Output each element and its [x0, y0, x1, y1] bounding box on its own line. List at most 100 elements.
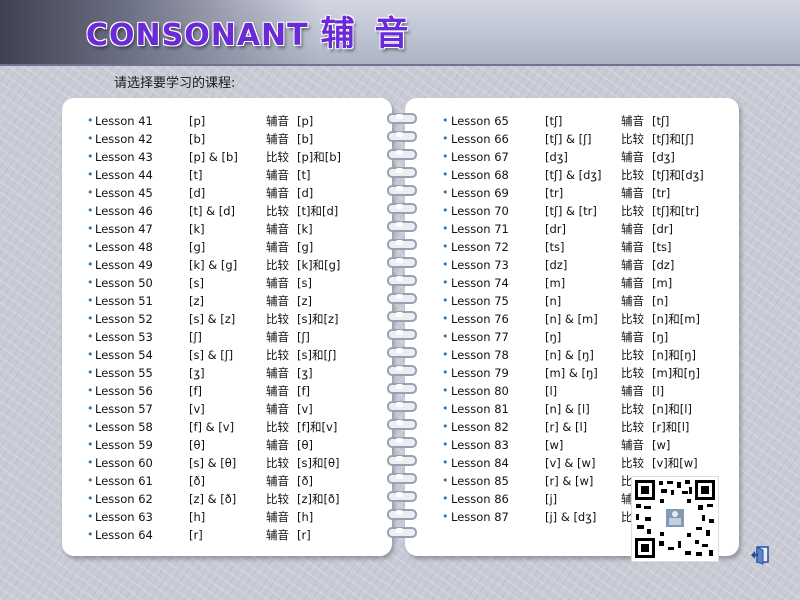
- binding-ring: [386, 490, 417, 502]
- bullet-icon: •: [442, 294, 449, 307]
- bullet-icon: •: [442, 222, 449, 235]
- exit-button[interactable]: [750, 545, 772, 565]
- lesson-item[interactable]: • Lesson 49 [k] & [g] 比较 [k]和[g]: [62, 256, 392, 274]
- bullet-icon: •: [87, 510, 94, 523]
- lesson-symbol: [v]: [189, 402, 205, 416]
- binding-ring: [386, 148, 417, 160]
- lesson-item[interactable]: • Lesson 76 [n] & [m] 比较 [n]和[m]: [405, 310, 739, 328]
- lesson-item[interactable]: • Lesson 54 [s] & [ʃ] 比较 [s]和[ʃ]: [62, 346, 392, 364]
- lesson-item[interactable]: • Lesson 64 [r] 辅音 [r]: [62, 526, 392, 544]
- page-title: CONSONANT 辅 音: [86, 12, 412, 56]
- lesson-item[interactable]: • Lesson 80 [l] 辅音 [l]: [405, 382, 739, 400]
- lesson-type: 辅音: [266, 474, 289, 488]
- lesson-item[interactable]: • Lesson 58 [f] & [v] 比较 [f]和[v]: [62, 418, 392, 436]
- lesson-name: Lesson 56: [95, 384, 153, 398]
- lesson-type: 比较: [266, 420, 289, 434]
- lesson-item[interactable]: • Lesson 83 [w] 辅音 [w]: [405, 436, 739, 454]
- lesson-type: 辅音: [621, 186, 644, 200]
- lesson-item[interactable]: • Lesson 47 [k] 辅音 [k]: [62, 220, 392, 238]
- lesson-type: 比较: [621, 168, 644, 182]
- lesson-item[interactable]: • Lesson 57 [v] 辅音 [v]: [62, 400, 392, 418]
- lesson-item[interactable]: • Lesson 79 [m] & [ŋ] 比较 [m]和[ŋ]: [405, 364, 739, 382]
- lesson-item[interactable]: • Lesson 62 [z] & [ð] 比较 [z]和[ð]: [62, 490, 392, 508]
- lesson-item[interactable]: • Lesson 81 [n] & [l] 比较 [n]和[l]: [405, 400, 739, 418]
- exit-door-icon: [751, 546, 769, 565]
- lesson-description: [n]和[m]: [652, 312, 700, 326]
- lesson-name: Lesson 76: [451, 312, 509, 326]
- lesson-item[interactable]: • Lesson 43 [p] & [b] 比较 [p]和[b]: [62, 148, 392, 166]
- lesson-name: Lesson 41: [95, 114, 153, 128]
- lesson-item[interactable]: • Lesson 71 [dr] 辅音 [dr]: [405, 220, 739, 238]
- lesson-symbol: [p] & [b]: [189, 150, 238, 164]
- lesson-item[interactable]: • Lesson 72 [ts] 辅音 [ts]: [405, 238, 739, 256]
- lesson-item[interactable]: • Lesson 55 [ʒ] 辅音 [ʒ]: [62, 364, 392, 382]
- lesson-item[interactable]: • Lesson 60 [s] & [θ] 比较 [s]和[θ]: [62, 454, 392, 472]
- lesson-name: Lesson 51: [95, 294, 153, 308]
- lesson-item[interactable]: • Lesson 53 [ʃ] 辅音 [ʃ]: [62, 328, 392, 346]
- bullet-icon: •: [442, 420, 449, 433]
- lesson-description: [dʒ]: [652, 150, 675, 164]
- lesson-symbol: [ŋ]: [545, 330, 562, 344]
- lesson-item[interactable]: • Lesson 51 [z] 辅音 [z]: [62, 292, 392, 310]
- lesson-name: Lesson 55: [95, 366, 153, 380]
- lesson-type: 比较: [266, 204, 289, 218]
- lesson-name: Lesson 53: [95, 330, 153, 344]
- lesson-item[interactable]: • Lesson 48 [g] 辅音 [g]: [62, 238, 392, 256]
- lesson-item[interactable]: • Lesson 59 [θ] 辅音 [θ]: [62, 436, 392, 454]
- bullet-icon: •: [87, 528, 94, 541]
- lesson-item[interactable]: • Lesson 78 [n] & [ŋ] 比较 [n]和[ŋ]: [405, 346, 739, 364]
- lesson-item[interactable]: • Lesson 56 [f] 辅音 [f]: [62, 382, 392, 400]
- bullet-icon: •: [87, 420, 94, 433]
- binding-ring: [386, 364, 417, 376]
- lesson-description: [t]: [297, 168, 311, 182]
- bullet-icon: •: [87, 474, 94, 487]
- lesson-item[interactable]: • Lesson 61 [ð] 辅音 [ð]: [62, 472, 392, 490]
- bullet-icon: •: [87, 258, 94, 271]
- lesson-symbol: [s] & [z]: [189, 312, 236, 326]
- lesson-type: 比较: [621, 456, 644, 470]
- lesson-item[interactable]: • Lesson 63 [h] 辅音 [h]: [62, 508, 392, 526]
- lesson-item[interactable]: • Lesson 66 [tʃ] & [ʃ] 比较 [tʃ]和[ʃ]: [405, 130, 739, 148]
- lesson-item[interactable]: • Lesson 82 [r] & [l] 比较 [r]和[l]: [405, 418, 739, 436]
- lesson-item[interactable]: • Lesson 68 [tʃ] & [dʒ] 比较 [tʃ]和[dʒ]: [405, 166, 739, 184]
- lesson-item[interactable]: • Lesson 70 [tʃ] & [tr] 比较 [tʃ]和[tr]: [405, 202, 739, 220]
- lesson-type: 辅音: [266, 402, 289, 416]
- lesson-symbol: [n] & [ŋ]: [545, 348, 594, 362]
- lesson-type: 辅音: [266, 330, 289, 344]
- binding-ring: [386, 202, 417, 214]
- lesson-item[interactable]: • Lesson 67 [dʒ] 辅音 [dʒ]: [405, 148, 739, 166]
- lesson-item[interactable]: • Lesson 65 [tʃ] 辅音 [tʃ]: [405, 112, 739, 130]
- lesson-item[interactable]: • Lesson 52 [s] & [z] 比较 [s]和[z]: [62, 310, 392, 328]
- lesson-description: [l]: [652, 384, 665, 398]
- lesson-type: 辅音: [266, 168, 289, 182]
- bullet-icon: •: [442, 402, 449, 415]
- lesson-name: Lesson 46: [95, 204, 153, 218]
- lesson-item[interactable]: • Lesson 73 [dz] 辅音 [dz]: [405, 256, 739, 274]
- lesson-type: 比较: [266, 258, 289, 272]
- bullet-icon: •: [442, 492, 449, 505]
- lesson-symbol: [r] & [w]: [545, 474, 594, 488]
- lesson-item[interactable]: • Lesson 50 [s] 辅音 [s]: [62, 274, 392, 292]
- lesson-item[interactable]: • Lesson 44 [t] 辅音 [t]: [62, 166, 392, 184]
- bullet-icon: •: [87, 384, 94, 397]
- lesson-item[interactable]: • Lesson 45 [d] 辅音 [d]: [62, 184, 392, 202]
- lesson-item[interactable]: • Lesson 46 [t] & [d] 比较 [t]和[d]: [62, 202, 392, 220]
- lesson-symbol: [ts]: [545, 240, 565, 254]
- lesson-symbol: [θ]: [189, 438, 206, 452]
- lesson-name: Lesson 42: [95, 132, 153, 146]
- lesson-item[interactable]: • Lesson 74 [m] 辅音 [m]: [405, 274, 739, 292]
- lesson-item[interactable]: • Lesson 69 [tr] 辅音 [tr]: [405, 184, 739, 202]
- lesson-item[interactable]: • Lesson 42 [b] 辅音 [b]: [62, 130, 392, 148]
- lesson-name: Lesson 64: [95, 528, 153, 542]
- lesson-type: 辅音: [621, 222, 644, 236]
- lesson-item[interactable]: • Lesson 41 [p] 辅音 [p]: [62, 112, 392, 130]
- binding-ring: [386, 472, 417, 484]
- lesson-symbol: [m]: [545, 276, 566, 290]
- lesson-item[interactable]: • Lesson 75 [n] 辅音 [n]: [405, 292, 739, 310]
- lesson-type: 辅音: [621, 240, 644, 254]
- lesson-type: 辅音: [266, 114, 289, 128]
- lesson-symbol: [dr]: [545, 222, 567, 236]
- lesson-item[interactable]: • Lesson 84 [v] & [w] 比较 [v]和[w]: [405, 454, 739, 472]
- lesson-item[interactable]: • Lesson 77 [ŋ] 辅音 [ŋ]: [405, 328, 739, 346]
- lesson-description: [p]和[b]: [297, 150, 342, 164]
